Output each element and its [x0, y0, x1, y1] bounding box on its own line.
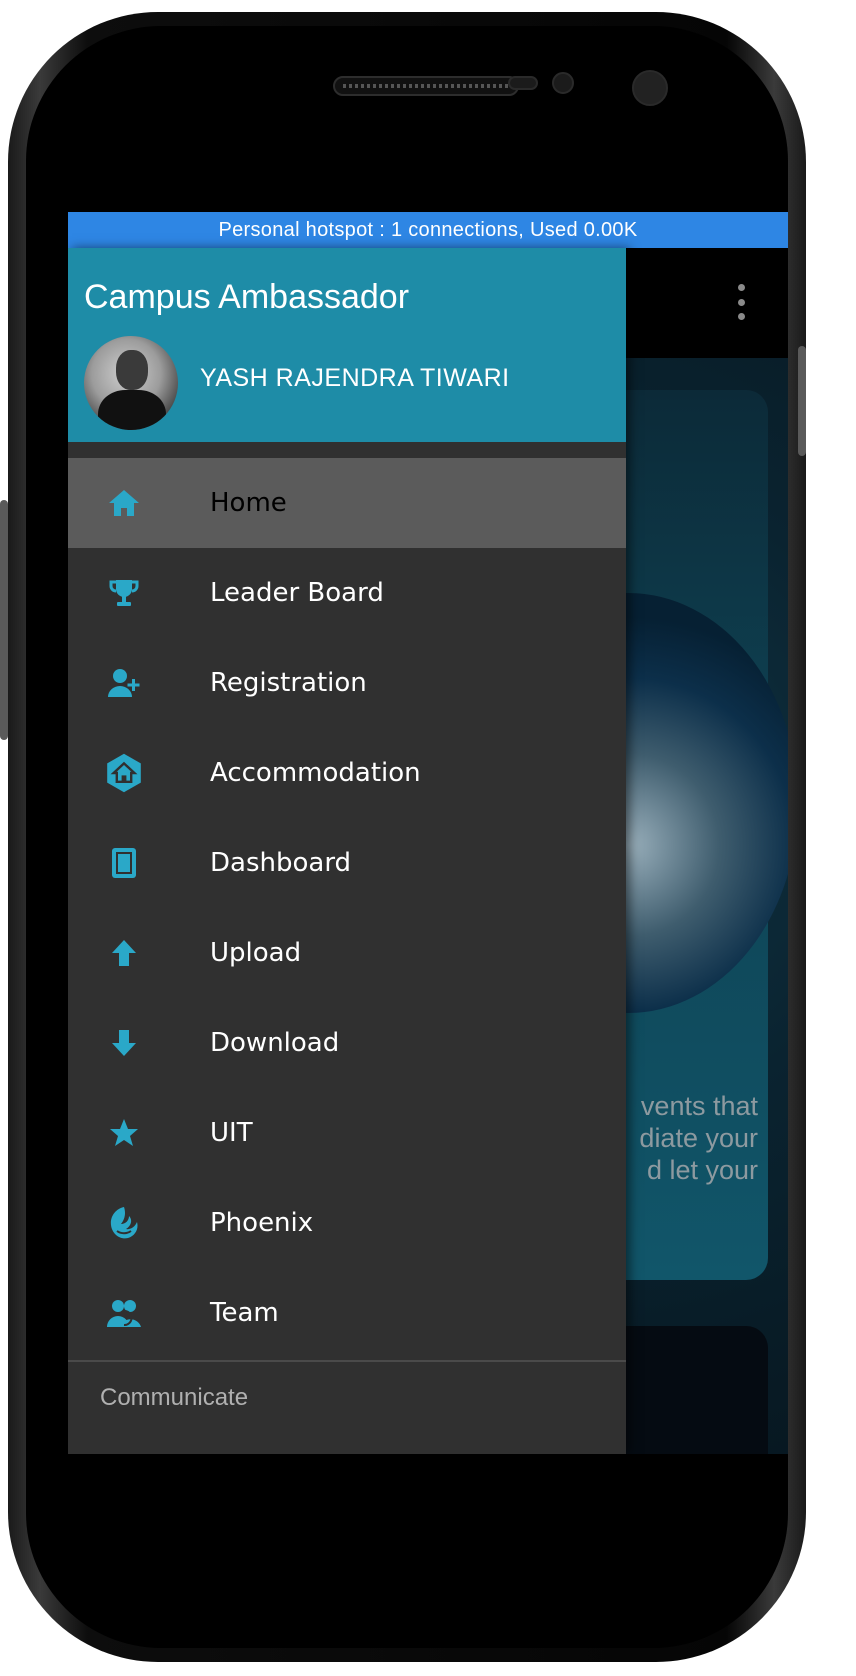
home-icon: [104, 483, 144, 523]
app-content: vents that diate your d let your Campus …: [68, 248, 788, 1454]
drawer-item-label: Home: [210, 488, 287, 518]
drawer-item-home[interactable]: Home: [68, 458, 626, 548]
add-user-icon: [104, 663, 144, 703]
user-name: YASH RAJENDRA TIWARI: [200, 364, 510, 392]
drawer-item-label: Team: [210, 1298, 279, 1328]
drawer-header: Campus Ambassador YASH RAJENDRA TIWARI: [68, 248, 626, 442]
drawer-item-label: Phoenix: [210, 1208, 314, 1238]
volume-button: [0, 500, 8, 740]
drawer-menu: Home Leader Board Registration Accommoda…: [68, 458, 626, 1358]
drawer-item-dashboard[interactable]: Dashboard: [68, 818, 626, 908]
overflow-menu-icon[interactable]: [738, 284, 746, 320]
section-header-communicate: Communicate: [100, 1384, 249, 1411]
status-bar: Personal hotspot : 1 connections, Used 0…: [68, 212, 788, 248]
drawer-item-upload[interactable]: Upload: [68, 908, 626, 998]
avatar[interactable]: [84, 336, 178, 430]
star-icon: [104, 1113, 144, 1153]
drawer-item-team[interactable]: Team: [68, 1268, 626, 1358]
drawer-item-label: Leader Board: [210, 578, 384, 608]
earpiece-speaker: [333, 76, 519, 96]
drawer-item-label: Upload: [210, 938, 302, 968]
drawer-item-download[interactable]: Download: [68, 998, 626, 1088]
drawer-item-phoenix[interactable]: Phoenix: [68, 1178, 626, 1268]
drawer-item-uit[interactable]: UIT: [68, 1088, 626, 1178]
drawer-item-label: Registration: [210, 668, 367, 698]
drawer-item-label: UIT: [210, 1118, 253, 1148]
tablet-icon: [104, 843, 144, 883]
drawer-divider: [68, 1360, 626, 1362]
app-title: Campus Ambassador: [84, 278, 410, 316]
drawer-item-label: Accommodation: [210, 758, 421, 788]
front-camera: [632, 70, 668, 106]
drawer-item-label: Dashboard: [210, 848, 352, 878]
drawer-item-accommodation[interactable]: Accommodation: [68, 728, 626, 818]
drawer-item-label: Download: [210, 1028, 340, 1058]
arrow-down-icon: [104, 1023, 144, 1063]
screen: Personal hotspot : 1 connections, Used 0…: [68, 212, 788, 1454]
light-sensor: [552, 72, 574, 94]
house-hexagon-icon: [104, 753, 144, 793]
proximity-sensor: [508, 76, 538, 90]
drawer-item-leader-board[interactable]: Leader Board: [68, 548, 626, 638]
team-icon: [104, 1293, 144, 1333]
phoenix-icon: [104, 1203, 144, 1243]
arrow-up-icon: [104, 933, 144, 973]
trophy-icon: [104, 573, 144, 613]
navigation-drawer: Campus Ambassador YASH RAJENDRA TIWARI H…: [68, 248, 626, 1454]
power-button: [798, 346, 806, 456]
drawer-item-registration[interactable]: Registration: [68, 638, 626, 728]
